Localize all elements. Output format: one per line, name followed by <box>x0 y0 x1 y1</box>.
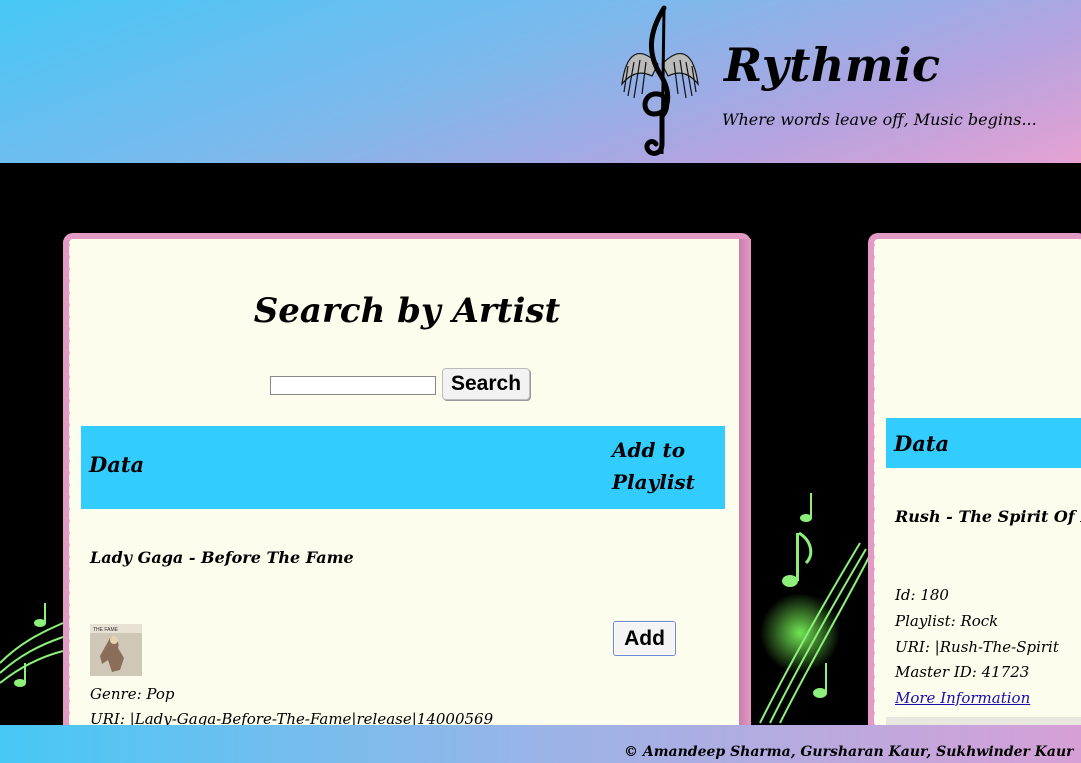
column-header-data: Data <box>89 452 145 477</box>
copyright-text: © Amandeep Sharma, Gursharan Kaur, Sukhw… <box>624 744 1074 760</box>
tagline: Where words leave off, Music begins... <box>722 110 1037 129</box>
playlist-item-title: Rush - The Spirit Of R <box>895 507 1081 526</box>
column-header-add-to-playlist: Add to Playlist <box>612 434 695 498</box>
playlist-item-playlist: Playlist: Rock <box>895 612 999 630</box>
search-title: Search by Artist <box>253 291 561 331</box>
search-button[interactable]: Search <box>442 368 531 400</box>
album-art-image: THE FAME <box>90 624 142 676</box>
artist-search-input[interactable] <box>270 376 436 395</box>
site-header: Rythmic Where words leave off, Music beg… <box>0 0 1081 163</box>
treble-clef-wings-logo-icon <box>621 5 699 156</box>
result-genre: Genre: Pop <box>90 685 175 703</box>
playlist-item-master-id: Master ID: 41723 <box>895 663 1030 681</box>
brand-title: Rythmic <box>724 38 941 92</box>
playlist-item-id: Id: 180 <box>895 586 949 604</box>
results-table-header: Data Add to Playlist <box>81 426 725 509</box>
playlist-item-uri: URI: |Rush-The-Spirit <box>895 638 1059 656</box>
search-panel: Search by Artist Search Data Add to Play… <box>63 233 751 731</box>
panel-binding-rail <box>868 239 876 731</box>
column-header-add-line1: Add to <box>612 438 686 462</box>
site-footer: © Amandeep Sharma, Gursharan Kaur, Sukhw… <box>0 725 1081 763</box>
add-to-playlist-button[interactable]: Add <box>613 621 676 656</box>
column-header-data: Data <box>894 431 950 456</box>
result-title: Lady Gaga - Before The Fame <box>90 548 354 567</box>
more-information-link[interactable]: More Information <box>895 689 1030 707</box>
playlist-table-header: Data <box>886 418 1081 468</box>
column-header-add-line2: Playlist <box>612 470 695 494</box>
playlist-panel: Data Rush - The Spirit Of R Id: 180 Play… <box>868 233 1081 731</box>
album-art-label: THE FAME <box>93 627 119 633</box>
